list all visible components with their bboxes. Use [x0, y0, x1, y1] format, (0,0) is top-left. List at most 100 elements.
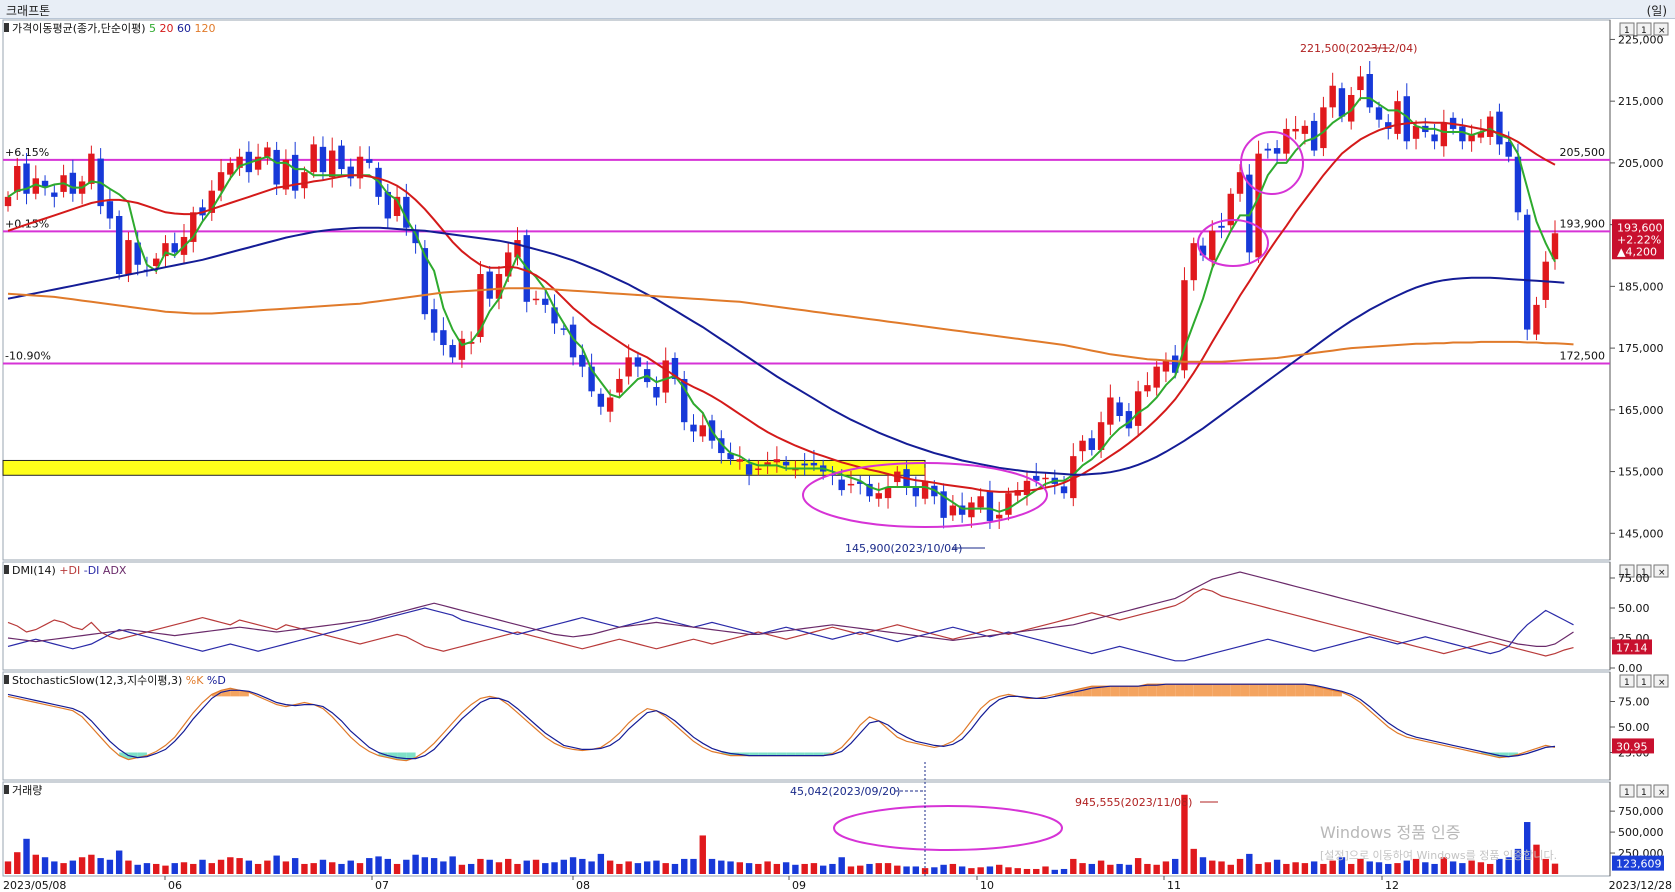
- candle-body: [1338, 88, 1346, 117]
- dmi-tick-label: 75.00: [1618, 572, 1650, 585]
- volume-bar: [782, 862, 790, 874]
- volume-bar: [1005, 867, 1012, 874]
- candle-body: [838, 479, 845, 491]
- volume-bar: [940, 864, 947, 874]
- candle-body: [449, 345, 456, 358]
- volume-bar: [866, 863, 873, 874]
- stoch-overbought-fill: [1212, 684, 1222, 697]
- panel-button-label: ×: [1658, 568, 1666, 578]
- volume-bar: [1422, 862, 1429, 874]
- volume-legend: 거래량: [12, 784, 42, 797]
- volume-bar: [1329, 860, 1336, 874]
- candle-body: [106, 201, 114, 219]
- candle-body: [1292, 128, 1299, 132]
- candle-body: [597, 393, 605, 407]
- volume-bar: [912, 866, 920, 874]
- volume-bar: [671, 863, 679, 874]
- volume-bar: [1551, 863, 1559, 874]
- volume-bar: [1144, 863, 1151, 874]
- candle-body: [301, 172, 308, 189]
- candle-body: [690, 424, 697, 432]
- volume-bar: [1199, 857, 1207, 874]
- volume-bar: [329, 862, 336, 874]
- volume-bar: [421, 857, 429, 874]
- candle-body: [801, 463, 808, 466]
- volume-bar: [310, 863, 317, 874]
- price-tick-label: 165,000: [1618, 404, 1664, 417]
- candle-body: [736, 459, 744, 462]
- candle-body: [51, 192, 58, 197]
- stoch-overbought-fill: [1202, 684, 1213, 697]
- stoch-overbought-fill: [1156, 684, 1166, 697]
- candle-body: [616, 378, 623, 393]
- stoch-legend: StochasticSlow(12,3,지수이평,3) %K %D: [12, 674, 226, 687]
- volume-bar: [1236, 858, 1244, 874]
- volume-bar: [597, 853, 605, 874]
- candle-body: [125, 240, 132, 275]
- volume-bar: [495, 862, 503, 874]
- candle-body: [875, 493, 882, 499]
- volume-bar: [106, 859, 114, 874]
- volume-bar: [319, 859, 327, 874]
- volume-bar: [190, 863, 197, 874]
- volume-bar: [1116, 863, 1123, 874]
- candle-body: [1209, 230, 1216, 261]
- volume-bar: [1310, 861, 1318, 874]
- volume-bar: [1134, 858, 1142, 874]
- volume-bar: [366, 858, 373, 874]
- volume-bar: [69, 860, 77, 874]
- vol-tick-label: 500,000: [1618, 826, 1664, 839]
- candle-body: [486, 271, 493, 299]
- volume-bar: [662, 863, 669, 874]
- price-tick-label: 225,000: [1618, 33, 1664, 46]
- stoch-overbought-fill: [1193, 684, 1203, 697]
- candle-body: [88, 153, 95, 184]
- volume-bar: [1107, 864, 1114, 874]
- candle-body: [366, 159, 373, 163]
- candle-body: [1153, 366, 1160, 388]
- volume-bar: [88, 854, 95, 874]
- panel-dmi-frame: [2, 561, 1611, 671]
- candle-body: [921, 480, 929, 499]
- price-tick-label: 185,000: [1618, 280, 1664, 293]
- volume-bar: [41, 857, 49, 874]
- level-percent-label: -10.90%: [5, 350, 51, 363]
- volume-bar: [634, 863, 642, 874]
- price-tick-label: 205,000: [1618, 157, 1664, 170]
- window-title: 크래프톤: [6, 4, 51, 18]
- volume-bar: [356, 863, 364, 874]
- candle-body: [310, 144, 317, 173]
- candle-body: [579, 354, 586, 367]
- volume-bar: [1459, 863, 1466, 874]
- candle-body: [1144, 385, 1151, 392]
- volume-bar: [1153, 864, 1160, 874]
- volume-bar: [1023, 868, 1031, 874]
- volume-bar: [792, 864, 799, 874]
- volume-bar: [1264, 862, 1272, 874]
- candle-body: [1486, 116, 1494, 137]
- volume-bar: [115, 850, 123, 874]
- volume-bar: [14, 852, 21, 874]
- candle-body: [1079, 440, 1086, 452]
- volume-bar: [643, 861, 651, 874]
- windows-watermark: Windows 정품 인증: [1320, 823, 1460, 842]
- volume-bar: [829, 863, 836, 874]
- volume-bar: [755, 863, 762, 874]
- volume-bar: [171, 863, 178, 874]
- chart-svg[interactable]: 11×11×11×11×225,000215,000205,000195,000…: [0, 18, 1675, 892]
- level-label: 193,900: [1560, 217, 1606, 230]
- panel-stoch-frame: [2, 671, 1611, 781]
- volume-bar: [23, 838, 30, 874]
- period-unit: (일): [1646, 4, 1667, 18]
- candle-body: [1005, 493, 1012, 515]
- candle-body: [755, 468, 762, 470]
- candle-body: [227, 162, 234, 175]
- volume-bar: [1403, 860, 1410, 874]
- volume-bar: [1070, 858, 1077, 874]
- volume-bar: [773, 863, 781, 874]
- windows-watermark-sub: [설정]으로 이동하여 Windows를 정품 인증합니다.: [1320, 848, 1557, 862]
- legend-marker: [4, 675, 9, 684]
- volume-bar: [514, 863, 521, 874]
- volume-bar: [875, 863, 882, 874]
- volume-max-annotation: 945,555(2023/11/08): [1075, 796, 1192, 809]
